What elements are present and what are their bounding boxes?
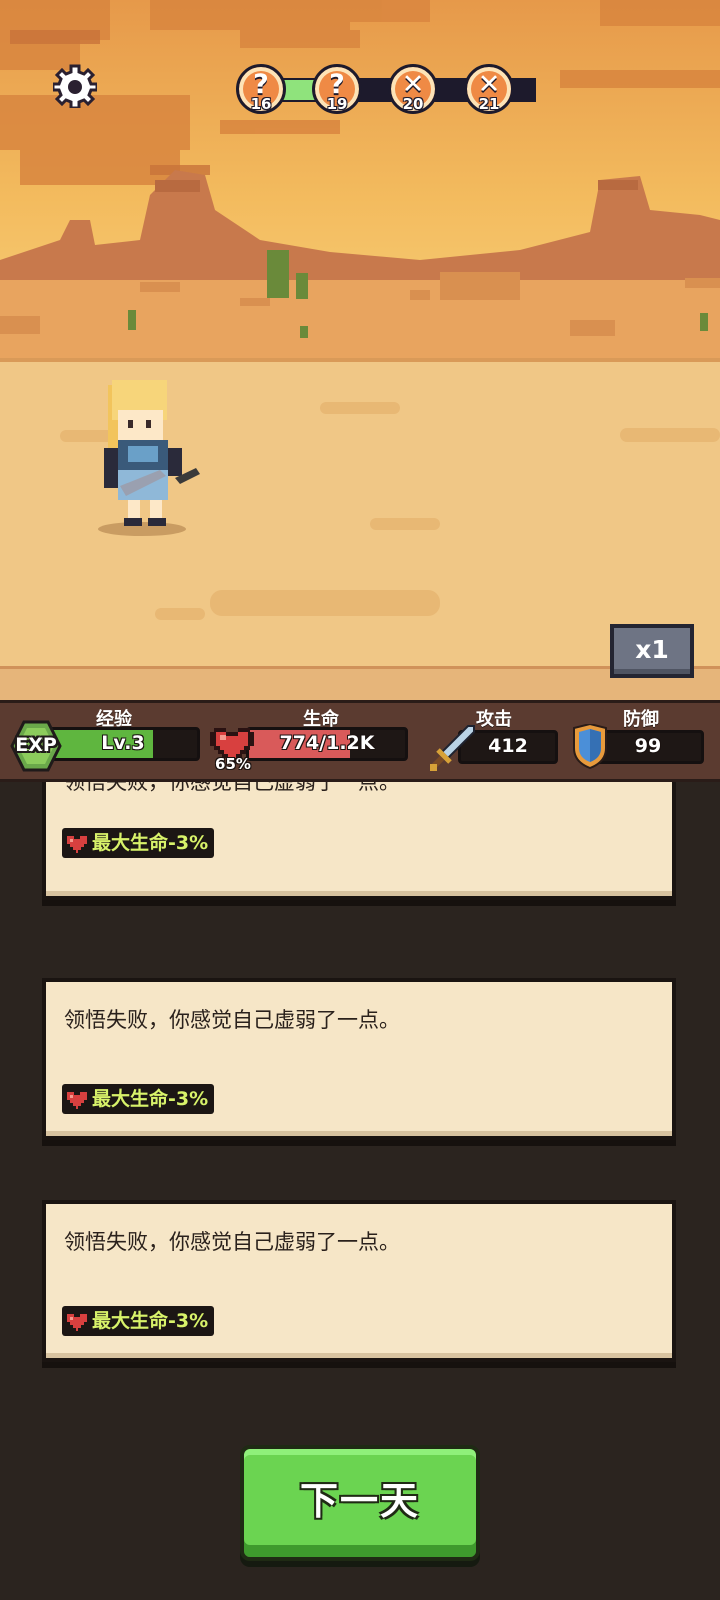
stage-node-20[interactable]: ✕ 20 bbox=[388, 64, 438, 114]
heart-icon bbox=[67, 1314, 87, 1331]
event-card: 领悟失败，你感觉自己虚弱了一点。 最大生命-3% bbox=[42, 782, 676, 900]
hp-value: 774/1.2K bbox=[279, 732, 375, 754]
stage-node-19[interactable]: ? 19 bbox=[312, 64, 362, 114]
event-effect-badge: 最大生命-3% bbox=[62, 1084, 215, 1114]
event-effect-text: 最大生命-3% bbox=[92, 832, 209, 854]
stage-number: 21 bbox=[478, 95, 500, 113]
event-card: 领悟失败，你感觉自己虚弱了一点。 最大生命-3% bbox=[42, 978, 676, 1140]
event-effect-badge: 最大生命-3% bbox=[62, 1306, 215, 1336]
event-message: 领悟失败，你感觉自己虚弱了一点。 bbox=[64, 1008, 400, 1032]
battle-scene: ? 16 ? 19 ✕ 20 ✕ 21 x1 bbox=[0, 0, 720, 700]
defense-title: 防御 bbox=[623, 709, 659, 730]
event-effect-text: 最大生命-3% bbox=[92, 1088, 209, 1110]
sword-icon bbox=[430, 725, 475, 771]
stage-node-21[interactable]: ✕ 21 bbox=[464, 64, 514, 114]
event-effect-badge: 最大生命-3% bbox=[62, 828, 215, 858]
exp-bar: Lv.3 bbox=[46, 727, 200, 761]
defense-value: 99 bbox=[634, 735, 662, 757]
exp-badge: EXP bbox=[10, 720, 62, 772]
stage-node-16[interactable]: ? 16 bbox=[236, 64, 286, 114]
gear-icon bbox=[53, 64, 97, 108]
stage-number: 16 bbox=[250, 95, 272, 113]
settings-gear-button[interactable] bbox=[53, 64, 97, 108]
event-card: 领悟失败，你感觉自己虚弱了一点。 最大生命-3% bbox=[42, 1200, 676, 1362]
level-label: Lv.3 bbox=[101, 732, 145, 754]
hp-percent: 65% bbox=[215, 755, 251, 773]
shield-icon bbox=[573, 724, 607, 770]
attack-title: 攻击 bbox=[476, 709, 512, 730]
event-message: 领悟失败，你感觉自己虚弱了一点。 bbox=[64, 782, 400, 794]
speed-toggle-button[interactable]: x1 bbox=[610, 624, 694, 678]
heart-icon bbox=[67, 836, 87, 853]
event-message: 领悟失败，你感觉自己虚弱了一点。 bbox=[64, 1230, 400, 1254]
stage-number: 19 bbox=[326, 95, 348, 113]
stage-number: 20 bbox=[402, 95, 424, 113]
next-day-button[interactable]: 下一天 bbox=[240, 1445, 480, 1561]
hp-bar: 774/1.2K bbox=[246, 727, 408, 761]
event-effect-text: 最大生命-3% bbox=[92, 1310, 209, 1332]
heart-icon bbox=[67, 1092, 87, 1109]
